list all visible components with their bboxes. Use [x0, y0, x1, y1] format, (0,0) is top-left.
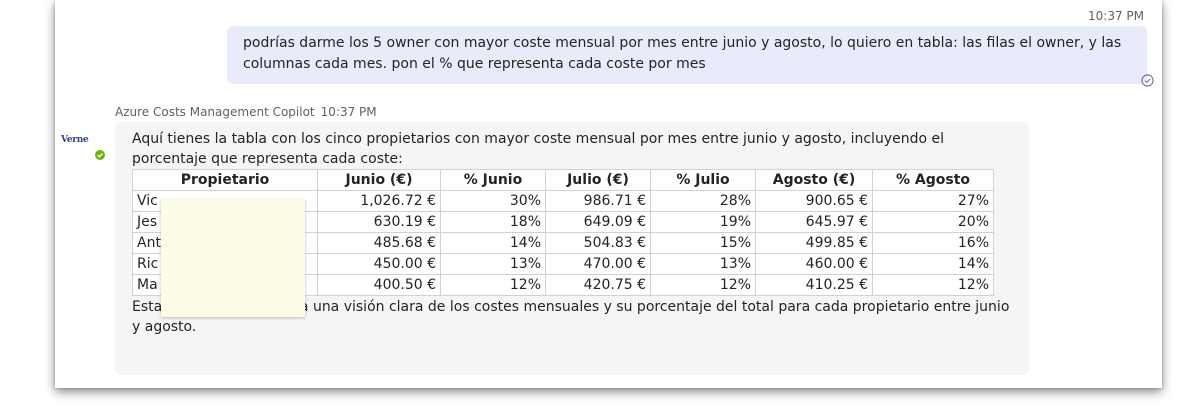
bot-message-time: 10:37 PM — [320, 105, 377, 119]
column-header: Propietario — [132, 169, 318, 191]
table-cell: 19% — [650, 211, 756, 233]
table-cell: 986.71 € — [545, 190, 651, 212]
table-cell: 470.00 € — [545, 253, 651, 275]
avatar-logo: Verne — [61, 135, 89, 145]
table-cell: 30% — [440, 190, 546, 212]
table-cell: 18% — [440, 211, 546, 233]
table-cell: 485.68 € — [317, 232, 441, 254]
bot-intro-text: Aquí tienes la tabla con los cinco propi… — [132, 131, 944, 167]
redaction-overlay — [161, 199, 305, 317]
table-header-row: Propietario Junio (€) % Junio Julio (€) … — [132, 169, 994, 191]
column-header: % Julio — [650, 169, 756, 191]
table-cell: 14% — [440, 232, 546, 254]
available-check-icon — [94, 149, 106, 161]
table-cell: 15% — [650, 232, 756, 254]
table-cell: 1,026.72 € — [317, 190, 441, 212]
table-cell: 12% — [650, 274, 756, 296]
table-cell: 499.85 € — [755, 232, 873, 254]
table-cell: 645.97 € — [755, 211, 873, 233]
user-message-time: 10:37 PM — [1088, 9, 1144, 23]
table-cell: 27% — [872, 190, 994, 212]
column-header: Junio (€) — [317, 169, 441, 191]
user-message-text: podrías darme los 5 owner con mayor cost… — [243, 35, 1122, 72]
table-cell: 16% — [872, 232, 994, 254]
table-cell: 13% — [440, 253, 546, 275]
column-header: Julio (€) — [545, 169, 651, 191]
table-cell: 649.09 € — [545, 211, 651, 233]
table-cell: 450.00 € — [317, 253, 441, 275]
bot-message-header: Azure Costs Management Copilot 10:37 PM — [115, 105, 377, 119]
table-cell: 420.75 € — [545, 274, 651, 296]
table-cell: 410.25 € — [755, 274, 873, 296]
table-cell: 14% — [872, 253, 994, 275]
chat-window: 10:37 PM podrías darme los 5 owner con m… — [55, 0, 1162, 388]
avatar[interactable]: Verne — [61, 135, 89, 151]
table-cell: 400.50 € — [317, 274, 441, 296]
table-cell: 13% — [650, 253, 756, 275]
table-cell: 12% — [440, 274, 546, 296]
table-cell: 20% — [872, 211, 994, 233]
table-cell: 504.83 € — [545, 232, 651, 254]
column-header: % Agosto — [872, 169, 994, 191]
user-message-bubble[interactable]: podrías darme los 5 owner con mayor cost… — [227, 26, 1147, 84]
column-header: % Junio — [440, 169, 546, 191]
table-cell: 460.00 € — [755, 253, 873, 275]
table-cell: 12% — [872, 274, 994, 296]
column-header: Agosto (€) — [755, 169, 873, 191]
check-circle-icon — [1141, 74, 1154, 87]
table-cell: 900.65 € — [755, 190, 873, 212]
table-cell: 630.19 € — [317, 211, 441, 233]
bot-sender-name: Azure Costs Management Copilot — [115, 105, 315, 119]
table-cell: 28% — [650, 190, 756, 212]
